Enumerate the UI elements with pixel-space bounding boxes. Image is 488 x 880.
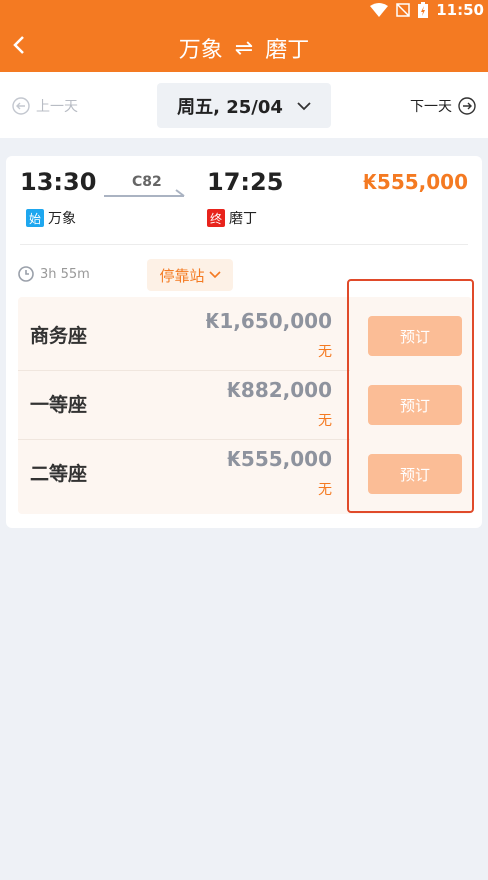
departure-time: 13:30 xyxy=(20,168,97,196)
departure-station: 始 万象 xyxy=(26,208,76,228)
highlight-box xyxy=(347,279,474,513)
from-station: 万象 xyxy=(178,38,223,63)
signal-off-icon xyxy=(396,3,410,17)
seat-availability: 无 xyxy=(318,482,332,498)
end-tag: 终 xyxy=(207,209,225,227)
wifi-icon xyxy=(370,3,389,17)
stops-button[interactable]: 停靠站 xyxy=(147,259,233,291)
current-date: 周五, 25/04 xyxy=(177,96,283,118)
prev-day-button[interactable]: 上一天 xyxy=(12,96,78,116)
seat-availability: 无 xyxy=(318,413,332,429)
arrival-station-name: 磨丁 xyxy=(229,211,257,227)
start-tag: 始 xyxy=(26,209,44,227)
seat-price: ₭1,650,000 xyxy=(205,309,332,333)
app-header: 11:50 万象 ⇌ 磨丁 xyxy=(0,0,488,72)
arrival-station: 终 磨丁 xyxy=(207,208,257,228)
seat-class: 商务座 xyxy=(30,325,88,347)
chevron-down-icon xyxy=(297,101,311,110)
clock-icon xyxy=(18,266,34,282)
next-day-label: 下一天 xyxy=(410,99,452,115)
arrival-time: 17:25 xyxy=(207,168,284,196)
seat-class: 二等座 xyxy=(30,463,88,485)
status-time: 11:50 xyxy=(436,1,484,19)
arrow-left-circle-icon xyxy=(12,97,30,115)
stops-label: 停靠站 xyxy=(159,266,205,285)
date-selector[interactable]: 周五, 25/04 xyxy=(157,83,331,128)
seat-class: 一等座 xyxy=(30,394,88,416)
seat-price: ₭555,000 xyxy=(226,447,332,471)
route-arrow-icon xyxy=(104,189,185,197)
swap-icon[interactable]: ⇌ xyxy=(235,36,253,61)
prev-day-label: 上一天 xyxy=(36,99,78,115)
divider xyxy=(20,244,468,245)
duration-text: 3h 55m xyxy=(40,266,90,282)
arrow-right-circle-icon xyxy=(458,97,476,115)
to-station: 磨丁 xyxy=(265,38,310,63)
travel-duration: 3h 55m xyxy=(18,266,90,282)
battery-charging-icon xyxy=(418,2,429,18)
seat-price: ₭882,000 xyxy=(226,378,332,402)
lowest-price: ₭555,000 xyxy=(362,170,468,194)
chevron-down-icon xyxy=(208,271,221,279)
date-bar: 上一天 周五, 25/04 下一天 xyxy=(0,72,488,138)
departure-station-name: 万象 xyxy=(48,211,76,227)
next-day-button[interactable]: 下一天 xyxy=(410,96,476,116)
status-bar: 11:50 xyxy=(370,0,484,20)
route-title: 万象 ⇌ 磨丁 xyxy=(0,32,488,64)
seat-availability: 无 xyxy=(318,344,332,360)
